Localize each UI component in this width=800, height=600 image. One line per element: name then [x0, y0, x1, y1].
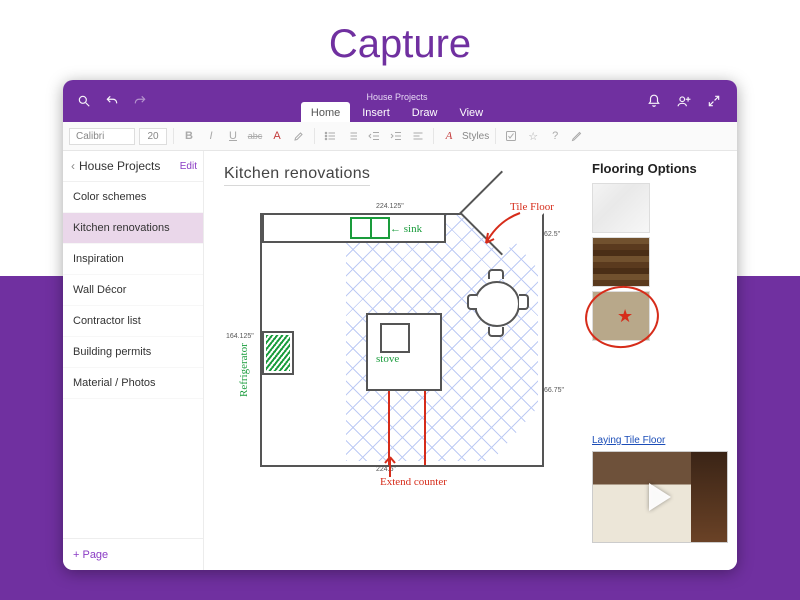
sidebar-item-contractor-list[interactable]: Contractor list — [63, 306, 203, 337]
font-size-select[interactable]: 20 — [139, 128, 167, 145]
counter-extension-line — [424, 391, 426, 465]
tab-view[interactable]: View — [449, 102, 493, 122]
annotation-extend-counter: Extend counter — [380, 477, 447, 488]
styles-a-button[interactable]: A — [440, 127, 458, 145]
ink-button[interactable] — [568, 127, 586, 145]
annotation-tile-floor: Tile Floor — [510, 201, 554, 213]
flooring-panel: Flooring Options ★ — [592, 161, 712, 345]
indent-button[interactable] — [387, 127, 405, 145]
bell-icon[interactable] — [643, 90, 665, 112]
swatch-light-marble[interactable] — [592, 183, 650, 233]
play-icon — [649, 483, 671, 511]
numbering-button[interactable] — [343, 127, 361, 145]
help-button[interactable]: ? — [546, 127, 564, 145]
sidebar-item-wall-decor[interactable]: Wall Décor — [63, 275, 203, 306]
flooring-heading: Flooring Options — [592, 161, 712, 177]
dim-left: 164.125" — [226, 333, 254, 340]
dining-table — [474, 281, 520, 327]
strike-button[interactable]: abc — [246, 127, 264, 145]
chair — [488, 327, 504, 337]
font-color-button[interactable]: A — [268, 127, 286, 145]
bold-button[interactable]: B — [180, 127, 198, 145]
sink-outline — [350, 217, 390, 239]
font-name-select[interactable]: Calibri — [69, 128, 135, 145]
sidebar-item-color-schemes[interactable]: Color schemes — [63, 182, 203, 213]
expand-icon[interactable] — [703, 90, 725, 112]
back-button[interactable]: ‹ — [67, 159, 79, 173]
refrigerator-outline — [262, 331, 294, 375]
tab-insert[interactable]: Insert — [352, 102, 400, 122]
document-title: House Projects — [366, 89, 427, 102]
bullets-button[interactable] — [321, 127, 339, 145]
redo-icon[interactable] — [129, 90, 151, 112]
page-sidebar: ‹ House Projects Edit Color schemes Kitc… — [63, 151, 204, 570]
titlebar: House Projects Home Insert Draw View — [63, 80, 737, 122]
annotation-sink: ← sink — [390, 223, 422, 235]
swatch-tan-tile[interactable]: ★ — [592, 291, 650, 341]
share-icon[interactable] — [673, 90, 695, 112]
ribbon: Calibri 20 B I U abc A A Styles ☆ ? — [63, 122, 737, 151]
hero-title: Capture — [0, 0, 800, 79]
kitchen-island — [366, 313, 442, 391]
swatch-dark-wood[interactable] — [592, 237, 650, 287]
tab-draw[interactable]: Draw — [402, 102, 448, 122]
search-icon[interactable] — [73, 90, 95, 112]
sidebar-item-building-permits[interactable]: Building permits — [63, 337, 203, 368]
annotation-refrigerator: Refrigerator — [238, 343, 250, 397]
link-laying-tile-floor[interactable]: Laying Tile Floor — [592, 435, 665, 446]
outdent-button[interactable] — [365, 127, 383, 145]
italic-button[interactable]: I — [202, 127, 220, 145]
edit-button[interactable]: Edit — [180, 161, 197, 172]
tab-home[interactable]: Home — [301, 102, 350, 122]
annotation-stove: stove — [376, 353, 399, 365]
sidebar-item-inspiration[interactable]: Inspiration — [63, 244, 203, 275]
page-title[interactable]: Kitchen renovations — [224, 165, 370, 186]
note-canvas[interactable]: Kitchen renovations 224.125" — [204, 151, 737, 570]
tag-button[interactable]: ☆ — [524, 127, 542, 145]
notebook-title: House Projects — [79, 159, 180, 173]
app-window: House Projects Home Insert Draw View Cal… — [63, 80, 737, 570]
undo-icon[interactable] — [101, 90, 123, 112]
chair — [467, 294, 477, 310]
counter-extension-line — [388, 391, 390, 465]
star-mark-icon: ★ — [617, 306, 633, 327]
chair — [519, 294, 529, 310]
align-button[interactable] — [409, 127, 427, 145]
dim-top: 224.125" — [376, 203, 404, 210]
todo-button[interactable] — [502, 127, 520, 145]
sidebar-item-kitchen-renovations[interactable]: Kitchen renovations — [63, 213, 203, 244]
chair — [488, 269, 504, 279]
styles-label[interactable]: Styles — [462, 131, 489, 142]
sidebar-item-material-photos[interactable]: Material / Photos — [63, 368, 203, 399]
dim-right-lower: 66.75" — [544, 387, 564, 394]
add-page-button[interactable]: + Page — [63, 538, 203, 570]
dim-right-upper: 62.5" — [544, 231, 560, 238]
video-thumbnail[interactable] — [592, 451, 728, 543]
highlight-button[interactable] — [290, 127, 308, 145]
underline-button[interactable]: U — [224, 127, 242, 145]
tab-strip: Home Insert Draw View — [301, 102, 493, 122]
